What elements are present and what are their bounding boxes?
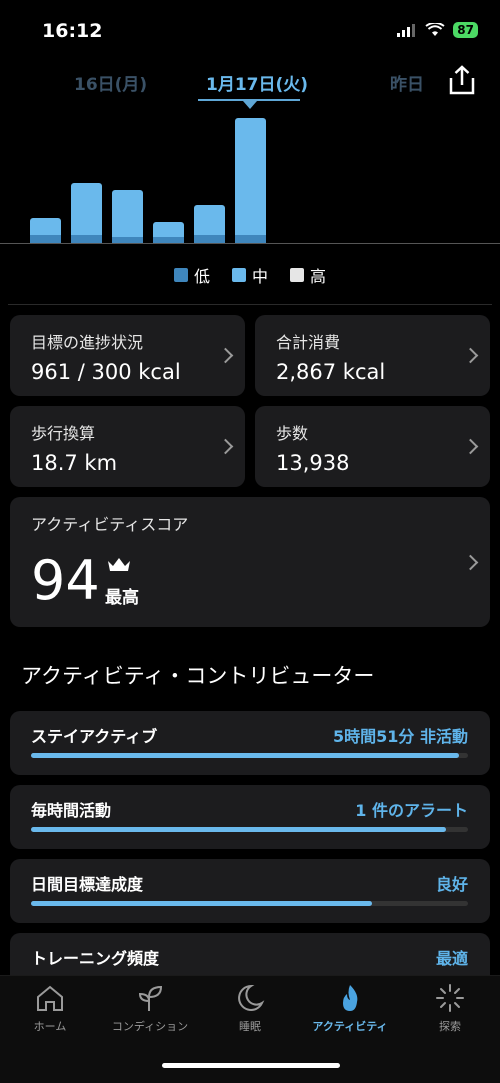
activity-score-value: 94 <box>31 549 100 612</box>
cellular-signal-icon <box>397 23 416 37</box>
sprout-icon <box>138 985 163 1011</box>
battery-indicator: 87 <box>453 22 478 38</box>
chevron-right-icon <box>217 347 234 364</box>
contributor-label: 毎時間活動 <box>31 801 112 820</box>
tab-activity[interactable]: アクティビティ <box>305 984 395 1034</box>
wifi-icon <box>425 23 445 36</box>
chevron-right-icon <box>462 347 479 364</box>
steps-label: 歩数 <box>276 424 309 443</box>
contributor-status: 1 件のアラート <box>355 801 468 820</box>
progress-track <box>31 753 468 758</box>
activity-score-label: アクティビティスコア <box>31 515 189 534</box>
contributor-status: 5時間51分 非活動 <box>333 727 468 746</box>
legend-mid-swatch <box>231 268 246 282</box>
total-burn-card[interactable]: 合計消費 2,867 kcal <box>255 315 490 396</box>
home-indicator <box>162 1063 340 1068</box>
chart-bar <box>30 217 61 244</box>
share-icon <box>449 65 475 95</box>
legend-mid-label: 中 <box>251 267 268 286</box>
tab-condition[interactable]: コンディション <box>105 984 195 1034</box>
chart-bar <box>112 189 143 244</box>
tab-sleep[interactable]: 睡眠 <box>205 984 295 1034</box>
walking-distance-card[interactable]: 歩行換算 18.7 km <box>10 406 245 487</box>
progress-track <box>31 901 468 906</box>
tab-sleep-label: 睡眠 <box>239 1020 261 1033</box>
goal-progress-label: 目標の進捗状況 <box>31 333 144 352</box>
contributor-status: 最適 <box>435 949 468 968</box>
contributor-status: 良好 <box>435 875 468 894</box>
chart-bar <box>235 118 266 244</box>
progress-fill <box>31 827 447 832</box>
contributor-label: ステイアクティブ <box>31 727 158 746</box>
progress-fill <box>31 901 372 906</box>
legend-low: 低 <box>173 263 210 287</box>
crown-icon <box>108 558 130 571</box>
legend-high-swatch <box>290 268 304 282</box>
legend-low-swatch <box>173 268 188 282</box>
chart-bar <box>71 183 102 244</box>
tab-explore[interactable]: 探索 <box>405 984 495 1034</box>
legend-high-label: 高 <box>310 267 327 286</box>
tab-home[interactable]: ホーム <box>5 984 95 1034</box>
date-tab-previous[interactable]: 16日(月) <box>74 70 147 95</box>
contributor-daily-goal[interactable]: 日間目標達成度 良好 <box>10 859 490 923</box>
activity-chart <box>0 100 500 244</box>
activity-score-rating: 最高 <box>105 588 139 608</box>
legend-low-label: 低 <box>193 267 210 286</box>
progress-track <box>31 827 468 832</box>
tab-activity-label: アクティビティ <box>312 1020 388 1033</box>
status-icons: 87 <box>397 22 478 38</box>
steps-card[interactable]: 歩数 13,938 <box>255 406 490 487</box>
total-burn-value: 2,867 kcal <box>276 360 386 384</box>
contributor-stay-active[interactable]: ステイアクティブ 5時間51分 非活動 <box>10 711 490 775</box>
walking-distance-label: 歩行換算 <box>31 424 96 443</box>
status-time: 16:12 <box>42 20 103 42</box>
moon-icon <box>238 984 265 1011</box>
contributor-hourly-activity[interactable]: 毎時間活動 1 件のアラート <box>10 785 490 849</box>
chart-bar <box>194 204 225 244</box>
home-icon <box>37 985 63 1011</box>
contributors-title: アクティビティ・コントリビューター <box>21 664 375 688</box>
chart-baseline <box>0 243 500 244</box>
chevron-right-icon <box>462 438 479 455</box>
date-tab-next[interactable]: 昨日 <box>390 70 424 95</box>
walking-distance-value: 18.7 km <box>31 451 118 475</box>
progress-fill <box>31 753 460 758</box>
legend-mid: 中 <box>231 263 268 287</box>
goal-progress-card[interactable]: 目標の進捗状況 961 / 300 kcal <box>10 315 245 396</box>
date-tab-current[interactable]: 1月17日(火) <box>206 70 308 95</box>
activity-score-card[interactable]: アクティビティスコア 94 最高 <box>10 497 490 627</box>
share-button[interactable] <box>446 64 478 96</box>
legend-high: 高 <box>290 263 326 287</box>
chevron-right-icon <box>462 554 479 571</box>
goal-progress-value: 961 / 300 kcal <box>31 360 181 384</box>
tab-explore-label: 探索 <box>439 1020 461 1033</box>
tab-home-label: ホーム <box>33 1020 67 1033</box>
chart-legend: 低 中 高 <box>0 263 500 287</box>
flame-icon <box>343 985 358 1011</box>
tab-condition-label: コンディション <box>111 1020 189 1033</box>
contributor-label: 日間目標達成度 <box>31 875 144 894</box>
explore-burst-icon <box>436 984 464 1012</box>
chevron-right-icon <box>217 438 234 455</box>
total-burn-label: 合計消費 <box>276 333 341 352</box>
contributor-label: トレーニング頻度 <box>31 949 160 968</box>
steps-value: 13,938 <box>276 451 350 475</box>
chart-bar <box>153 222 184 244</box>
section-divider <box>8 304 492 305</box>
